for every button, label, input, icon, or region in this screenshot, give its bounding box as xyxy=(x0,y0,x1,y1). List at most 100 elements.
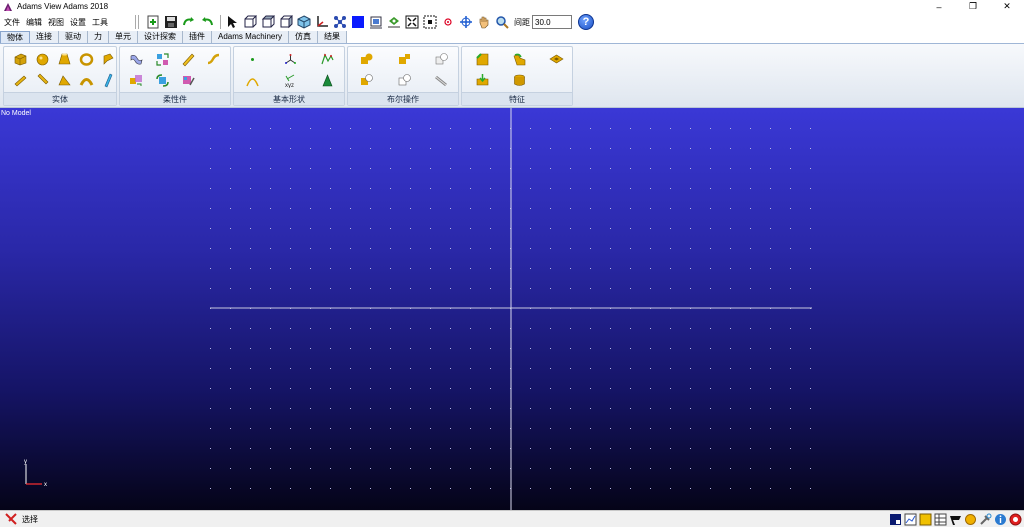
grid-dot xyxy=(750,228,751,229)
boolean-union-button[interactable] xyxy=(358,51,375,68)
fit-view-button[interactable] xyxy=(386,15,401,30)
color-button[interactable] xyxy=(918,512,932,526)
menu-edit[interactable]: 编辑 xyxy=(23,17,45,28)
grid-dot xyxy=(210,228,211,229)
menu-tools[interactable]: 工具 xyxy=(89,17,111,28)
tab-plugins[interactable]: 插件 xyxy=(183,31,212,43)
render-mode-button[interactable] xyxy=(350,15,365,30)
grid-dot xyxy=(730,228,731,229)
tab-connectors[interactable]: 连接 xyxy=(30,31,59,43)
frustum-icon xyxy=(58,53,71,65)
help-button[interactable]: ? xyxy=(578,14,594,30)
side-view-button[interactable] xyxy=(278,15,293,30)
link-button[interactable] xyxy=(12,72,29,89)
top-view-button[interactable] xyxy=(260,15,275,30)
grid-dot xyxy=(470,148,471,149)
grid-dot xyxy=(790,488,791,489)
minimize-button[interactable]: – xyxy=(922,0,956,13)
cone-marker-button[interactable] xyxy=(319,72,336,89)
tools-button[interactable] xyxy=(978,512,992,526)
tab-forces[interactable]: 力 xyxy=(88,31,109,43)
new-model-button[interactable] xyxy=(145,15,160,30)
redo-button[interactable] xyxy=(181,15,196,30)
marker-point-button[interactable] xyxy=(244,51,261,68)
plate-button[interactable] xyxy=(100,51,117,68)
discrete-flex-link-button[interactable] xyxy=(180,51,197,68)
plot-icon xyxy=(904,513,916,525)
boolean-chain-button[interactable] xyxy=(433,72,450,89)
model-viewport[interactable]: No Model y x xyxy=(0,108,1024,510)
menu-view[interactable]: 视图 xyxy=(45,17,67,28)
arc-button[interactable] xyxy=(244,72,261,89)
model-browser-button[interactable] xyxy=(888,512,902,526)
flex-swap-button[interactable] xyxy=(154,72,171,89)
torus-button[interactable] xyxy=(78,51,95,68)
flex-beam-button[interactable] xyxy=(205,51,222,68)
tab-design-exploration[interactable]: 设计探索 xyxy=(138,31,183,43)
plot-button[interactable] xyxy=(903,512,917,526)
tab-simulation[interactable]: 仿真 xyxy=(289,31,319,43)
pointer-flag-button[interactable] xyxy=(948,512,962,526)
coordinate-axis-button[interactable] xyxy=(314,15,329,30)
tab-motions[interactable]: 驱动 xyxy=(59,31,88,43)
revolution-button[interactable] xyxy=(78,72,95,89)
flex-convert-button[interactable] xyxy=(128,72,145,89)
cylinder-button[interactable] xyxy=(34,72,51,89)
extrusion-button[interactable] xyxy=(56,72,73,89)
restore-button[interactable]: ❐ xyxy=(956,0,990,13)
zoom-button[interactable] xyxy=(494,15,509,30)
fillet-button[interactable] xyxy=(511,51,528,68)
center-button[interactable] xyxy=(422,15,437,30)
sphere-button[interactable] xyxy=(34,51,51,68)
camera-button[interactable] xyxy=(368,15,383,30)
frustum-button[interactable] xyxy=(56,51,73,68)
close-button[interactable]: ✕ xyxy=(990,0,1024,13)
boolean-intersect-button[interactable] xyxy=(396,51,413,68)
boolean-cut-button[interactable] xyxy=(358,72,375,89)
tab-results[interactable]: 结果 xyxy=(318,31,348,43)
select-button[interactable] xyxy=(224,15,239,30)
toolbar-grip[interactable] xyxy=(135,15,139,29)
table-button[interactable] xyxy=(933,512,947,526)
title-bar: Adams View Adams 2018 – ❐ ✕ xyxy=(0,0,1024,13)
grid-dot xyxy=(350,408,351,409)
flex-material-button[interactable] xyxy=(180,72,197,89)
construction-frame-button[interactable] xyxy=(282,51,299,68)
spacing-input[interactable] xyxy=(532,15,572,29)
zoom-box-button[interactable] xyxy=(404,15,419,30)
tab-adams-machinery[interactable]: Adams Machinery xyxy=(212,31,290,43)
iso-view-button[interactable] xyxy=(296,15,311,30)
grid-dot xyxy=(530,248,531,249)
tab-elements[interactable]: 单元 xyxy=(109,31,138,43)
pan-button[interactable] xyxy=(476,15,491,30)
hollow-button[interactable] xyxy=(548,51,565,68)
grid-dot xyxy=(770,208,771,209)
box-button[interactable] xyxy=(12,51,29,68)
boolean-split-button[interactable] xyxy=(396,72,413,89)
boolean-merge-button[interactable] xyxy=(433,51,450,68)
menu-settings[interactable]: 设置 xyxy=(67,17,89,28)
tab-bodies[interactable]: 物体 xyxy=(0,31,30,43)
polyline-button[interactable] xyxy=(319,51,336,68)
front-view-button[interactable] xyxy=(242,15,257,30)
plane-button[interactable] xyxy=(100,72,117,89)
stop-button[interactable] xyxy=(1008,512,1022,526)
sun-light-button[interactable] xyxy=(963,512,977,526)
chamfer-button[interactable] xyxy=(474,51,491,68)
menu-file[interactable]: 文件 xyxy=(1,17,23,28)
target-button[interactable] xyxy=(440,15,455,30)
boss-icon xyxy=(514,74,525,86)
flex-body-replace-button[interactable] xyxy=(154,51,171,68)
save-button[interactable] xyxy=(163,15,178,30)
grid-dot xyxy=(290,288,291,289)
grid-dot xyxy=(790,468,791,469)
undo-button[interactable] xyxy=(199,15,214,30)
flex-body-button[interactable] xyxy=(128,51,145,68)
xyz-marker-button[interactable]: xyz xyxy=(282,72,299,89)
hole-button[interactable] xyxy=(474,72,491,89)
grid-dot xyxy=(710,188,711,189)
info-button[interactable] xyxy=(993,512,1007,526)
boss-button[interactable] xyxy=(511,72,528,89)
rotate-button[interactable] xyxy=(458,15,473,30)
grid-network-button[interactable] xyxy=(332,15,347,30)
